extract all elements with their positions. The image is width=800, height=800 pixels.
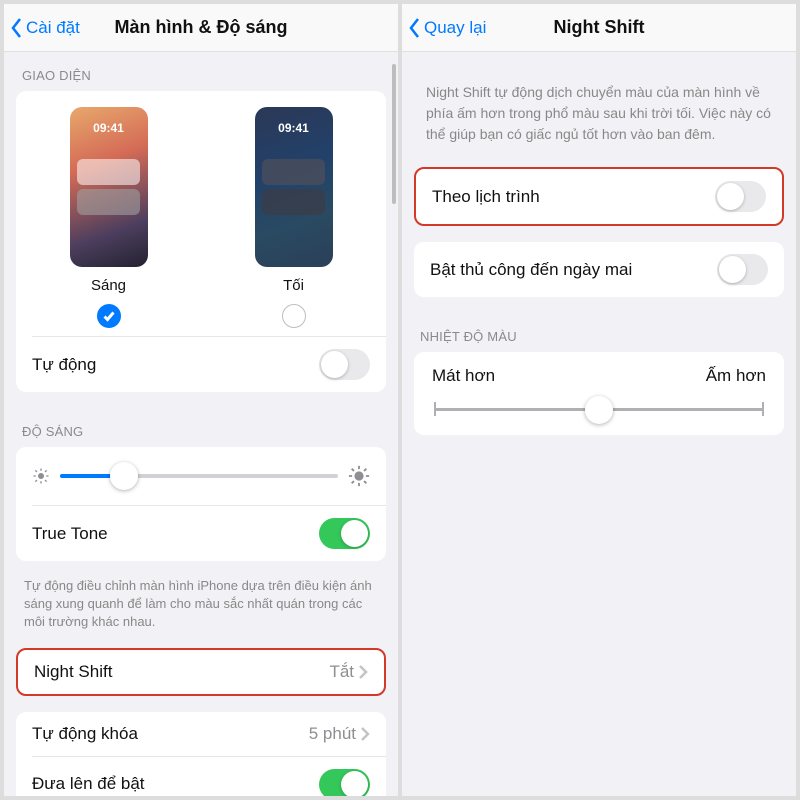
brightness-header: ĐỘ SÁNG xyxy=(4,408,398,447)
manual-card: Bật thủ công đến ngày mai xyxy=(414,242,784,297)
scheduled-card: Theo lịch trình xyxy=(414,167,784,226)
autolock-row[interactable]: Tự động khóa 5 phút xyxy=(16,712,386,756)
appearance-option-light[interactable]: 09:41 Sáng xyxy=(70,107,148,328)
temperature-slider[interactable] xyxy=(434,408,764,411)
light-preview: 09:41 xyxy=(70,107,148,267)
manual-label: Bật thủ công đến ngày mai xyxy=(430,260,632,280)
chevron-right-icon xyxy=(358,664,368,680)
nav-bar: Quay lại Night Shift xyxy=(402,4,796,52)
intro-text: Night Shift tự động dịch chuyển màu của … xyxy=(402,52,796,167)
nightshift-screen: Quay lại Night Shift Night Shift tự động… xyxy=(402,4,796,796)
raise-label: Đưa lên để bật xyxy=(32,774,145,794)
manual-toggle[interactable] xyxy=(717,254,768,285)
brightness-slider[interactable] xyxy=(60,474,338,478)
slider-thumb[interactable] xyxy=(585,396,613,424)
truetone-toggle[interactable] xyxy=(319,518,370,549)
truetone-row: True Tone xyxy=(16,506,386,561)
dark-radio[interactable] xyxy=(282,304,306,328)
main-scroll[interactable]: GIAO DIỆN 09:41 Sáng 09:41 xyxy=(4,52,398,796)
raise-toggle[interactable] xyxy=(319,769,370,796)
back-label: Cài đặt xyxy=(26,18,80,38)
slider-thumb[interactable] xyxy=(110,462,138,490)
nightshift-label: Night Shift xyxy=(34,662,112,682)
scheduled-row: Theo lịch trình xyxy=(416,169,782,224)
less-warm-label: Mát hơn xyxy=(432,366,495,386)
automatic-label: Tự động xyxy=(32,355,96,375)
appearance-header: GIAO DIỆN xyxy=(4,52,398,91)
nightshift-card: Night Shift Tắt xyxy=(16,648,386,696)
more-warm-label: Ấm hơn xyxy=(706,366,766,386)
temperature-card: Mát hơn Ấm hơn xyxy=(414,352,784,435)
automatic-toggle[interactable] xyxy=(319,349,370,380)
nav-bar: Cài đặt Màn hình & Độ sáng xyxy=(4,4,398,52)
appearance-option-dark[interactable]: 09:41 Tối xyxy=(255,107,333,328)
chevron-right-icon xyxy=(360,726,370,742)
chevron-left-icon xyxy=(10,17,24,39)
nightshift-row[interactable]: Night Shift Tắt xyxy=(18,650,384,694)
truetone-label: True Tone xyxy=(32,524,108,544)
light-label: Sáng xyxy=(70,277,148,294)
raise-row: Đưa lên để bật xyxy=(16,757,386,796)
dark-label: Tối xyxy=(255,277,333,294)
sun-high-icon xyxy=(348,465,370,487)
autolock-card: Tự động khóa 5 phút Đưa lên để bật xyxy=(16,712,386,796)
checkmark-icon xyxy=(102,309,116,323)
back-label: Quay lại xyxy=(424,18,486,38)
display-brightness-screen: Cài đặt Màn hình & Độ sáng GIAO DIỆN 09:… xyxy=(4,4,398,796)
autolock-label: Tự động khóa xyxy=(32,724,138,744)
light-radio[interactable] xyxy=(97,304,121,328)
scrollbar[interactable] xyxy=(392,64,396,204)
brightness-card: True Tone xyxy=(16,447,386,561)
manual-row: Bật thủ công đến ngày mai xyxy=(414,242,784,297)
temp-header: NHIỆT ĐỘ MÀU xyxy=(402,313,796,352)
truetone-desc: Tự động điều chỉnh màn hình iPhone dựa t… xyxy=(4,577,398,648)
chevron-left-icon xyxy=(408,17,422,39)
back-button[interactable]: Quay lại xyxy=(402,17,486,39)
main-scroll[interactable]: Night Shift tự động dịch chuyển màu của … xyxy=(402,52,796,796)
scheduled-label: Theo lịch trình xyxy=(432,187,540,207)
autolock-value: 5 phút xyxy=(309,724,356,744)
sun-low-icon xyxy=(32,467,50,485)
appearance-card: 09:41 Sáng 09:41 Tối xyxy=(16,91,386,392)
scheduled-toggle[interactable] xyxy=(715,181,766,212)
dark-preview: 09:41 xyxy=(255,107,333,267)
nightshift-status: Tắt xyxy=(329,662,354,682)
automatic-row: Tự động xyxy=(16,337,386,392)
back-button[interactable]: Cài đặt xyxy=(4,17,80,39)
